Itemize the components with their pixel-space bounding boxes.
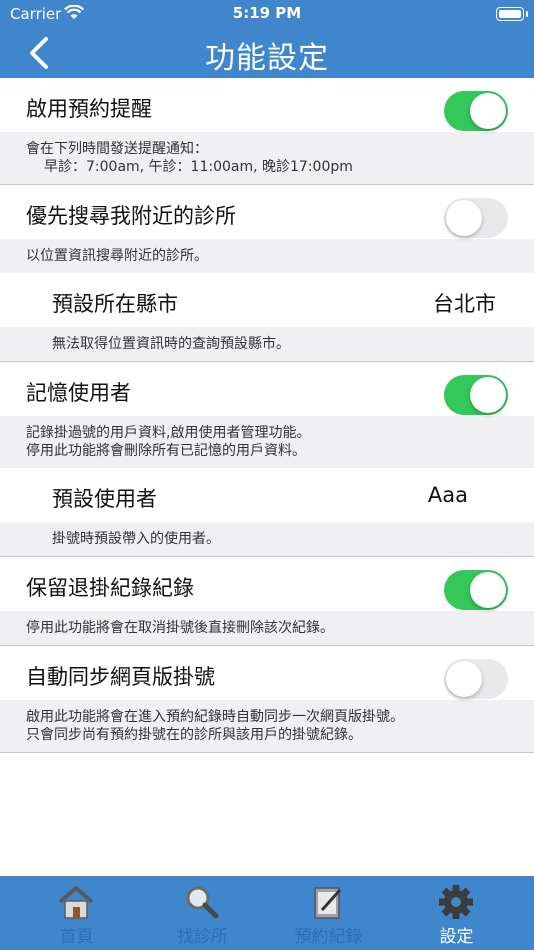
gear-icon bbox=[439, 885, 473, 919]
keep-cancel-toggle[interactable] bbox=[444, 570, 508, 610]
setting-row-reminder: 啟用預約提醒 bbox=[0, 78, 534, 132]
settings-list: 啟用預約提醒 會在下列時間發送提醒通知： 早診：7:00am, 午診：11:00… bbox=[0, 78, 534, 753]
setting-desc-remember-user: 記錄掛過號的用戶資料,啟用使用者管理功能。 停用此功能將會刪除所有已記憶的用戶資… bbox=[0, 416, 534, 468]
tab-label: 設定 bbox=[439, 927, 474, 947]
setting-label-default-city: 預設所在縣市 bbox=[52, 292, 178, 316]
setting-label-reminder: 啟用預約提醒 bbox=[26, 97, 152, 121]
tab-settings[interactable]: 設定 bbox=[390, 876, 523, 950]
tab-label: 首頁 bbox=[59, 927, 94, 947]
tab-label: 找診所 bbox=[177, 927, 228, 947]
sync-web-toggle[interactable] bbox=[444, 659, 508, 699]
setting-row-nearby: 優先搜尋我附近的診所 bbox=[0, 185, 534, 239]
home-icon bbox=[58, 886, 94, 919]
tab-bar: 首頁 找診所 預約紀錄 設定 bbox=[0, 876, 534, 950]
tab-label: 預約紀錄 bbox=[294, 927, 363, 947]
setting-row-keep-cancel: 保留退掛紀錄紀錄 bbox=[0, 557, 534, 611]
status-bar: Carrier 5:19 PM bbox=[0, 0, 534, 28]
remember-user-toggle[interactable] bbox=[444, 375, 508, 415]
desc-line: 停用此功能將會刪除所有已記憶的用戶資料。 bbox=[26, 443, 306, 459]
setting-desc-reminder: 會在下列時間發送提醒通知： 早診：7:00am, 午診：11:00am, 晚診1… bbox=[0, 132, 534, 184]
nav-bar: 功能設定 bbox=[0, 28, 534, 78]
tab-home[interactable]: 首頁 bbox=[10, 876, 143, 950]
setting-row-sync-web: 自動同步網頁版掛號 bbox=[0, 646, 534, 700]
magnifier-icon bbox=[186, 886, 219, 919]
battery-icon bbox=[496, 7, 528, 21]
setting-label-remember-user: 記憶使用者 bbox=[26, 381, 131, 405]
setting-row-default-user[interactable]: 預設使用者 Aaa bbox=[0, 468, 534, 522]
status-time: 5:19 PM bbox=[232, 4, 302, 22]
tab-find-clinic[interactable]: 找診所 bbox=[136, 876, 269, 950]
desc-line: 啟用此功能將會在進入預約紀錄時自動同步一次網頁版掛號。 bbox=[26, 709, 404, 725]
setting-label-nearby: 優先搜尋我附近的診所 bbox=[26, 204, 236, 228]
setting-desc-default-city: 無法取得位置資訊時的查詢預設縣市。 bbox=[0, 327, 534, 361]
setting-row-default-city[interactable]: 預設所在縣市 台北市 bbox=[0, 273, 534, 327]
setting-desc-nearby: 以位置資訊搜尋附近的診所。 bbox=[0, 239, 534, 273]
default-user-value: Aaa bbox=[427, 483, 468, 507]
setting-desc-keep-cancel: 停用此功能將會在取消掛號後直接刪除該次紀錄。 bbox=[0, 611, 534, 645]
setting-row-remember-user: 記憶使用者 bbox=[0, 362, 534, 416]
reminder-toggle[interactable] bbox=[444, 91, 508, 131]
setting-label-keep-cancel: 保留退掛紀錄紀錄 bbox=[26, 576, 194, 600]
setting-desc-default-user: 掛號時預設帶入的使用者。 bbox=[0, 522, 534, 556]
desc-line: 記錄掛過號的用戶資料,啟用使用者管理功能。 bbox=[26, 425, 311, 441]
setting-label-sync-web: 自動同步網頁版掛號 bbox=[26, 665, 215, 689]
notepad-icon bbox=[314, 887, 342, 919]
desc-line: 只會同步尚有預約掛號在的診所與該用戶的掛號紀錄。 bbox=[26, 727, 362, 743]
setting-desc-sync-web: 啟用此功能將會在進入預約紀錄時自動同步一次網頁版掛號。 只會同步尚有預約掛號在的… bbox=[0, 700, 534, 752]
tab-appointments[interactable]: 預約紀錄 bbox=[262, 876, 395, 950]
page-title: 功能設定 bbox=[205, 41, 329, 76]
default-city-value: 台北市 bbox=[433, 292, 496, 316]
desc-line: 會在下列時間發送提醒通知： bbox=[26, 141, 208, 157]
nearby-toggle[interactable] bbox=[444, 198, 508, 238]
setting-label-default-user: 預設使用者 bbox=[52, 487, 157, 511]
desc-line: 早診：7:00am, 午診：11:00am, 晚診17:00pm bbox=[44, 159, 353, 175]
header: Carrier 5:19 PM 功能設定 bbox=[0, 0, 534, 78]
